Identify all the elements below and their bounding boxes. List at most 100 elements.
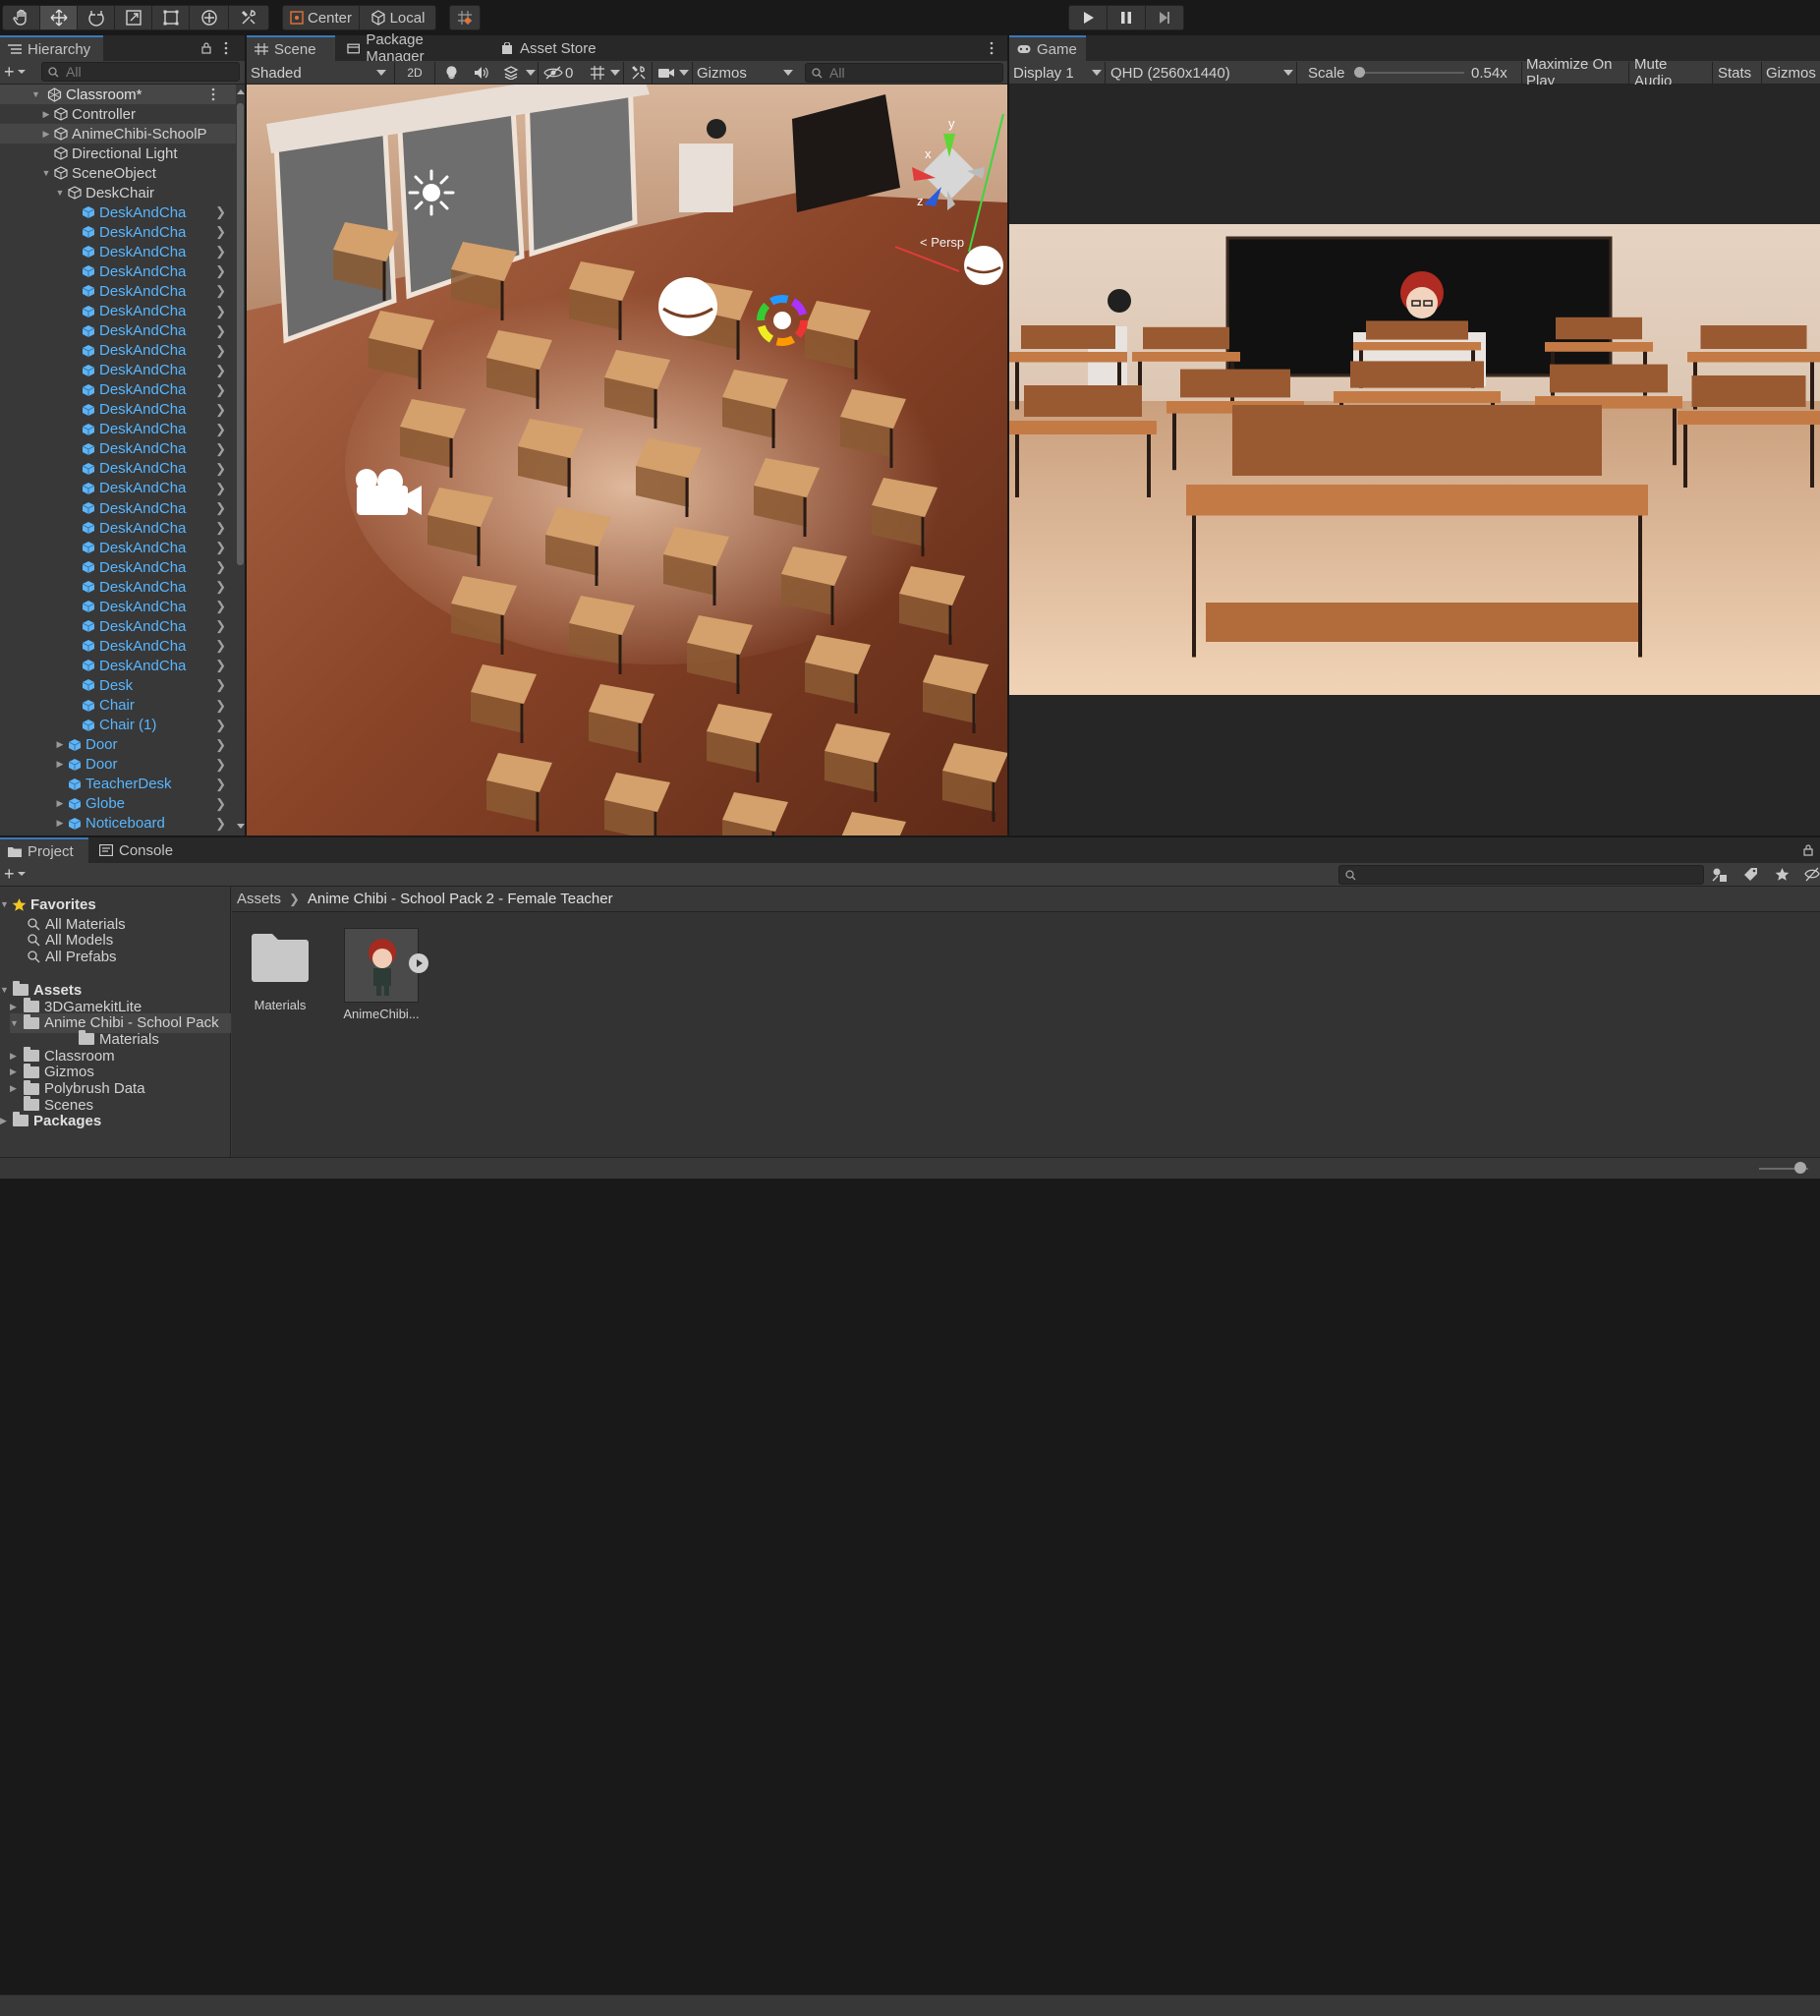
- chevron-right-icon[interactable]: ❯: [215, 224, 226, 240]
- chevron-right-icon[interactable]: ❯: [215, 658, 226, 673]
- game-viewport[interactable]: [1009, 224, 1820, 695]
- hierarchy-item[interactable]: ▶Door❯: [0, 755, 236, 775]
- packages-header[interactable]: ▶ Packages: [0, 1111, 101, 1130]
- thumbnail-size-thumb[interactable]: [1794, 1162, 1806, 1174]
- hierarchy-item[interactable]: ▼DeskChair: [0, 183, 236, 202]
- star-icon[interactable]: [1775, 867, 1790, 882]
- chevron-right-icon[interactable]: ❯: [215, 204, 226, 220]
- hierarchy-item[interactable]: DeskAndCha❯: [0, 498, 236, 518]
- hierarchy-item[interactable]: Chair❯: [0, 696, 236, 716]
- transform-tool-button[interactable]: [190, 6, 229, 29]
- tab-project[interactable]: Project: [0, 837, 88, 863]
- scroll-down-icon[interactable]: [237, 824, 245, 829]
- hierarchy-item[interactable]: ▶Globe❯: [0, 794, 236, 814]
- hierarchy-item[interactable]: ▶Blackboard❯: [0, 834, 236, 835]
- chevron-right-icon[interactable]: ▶: [41, 129, 51, 140]
- pause-button[interactable]: [1108, 6, 1146, 29]
- chevron-right-icon[interactable]: ❯: [215, 559, 226, 575]
- chevron-right-icon[interactable]: ❯: [215, 599, 226, 614]
- chevron-right-icon[interactable]: ❯: [215, 263, 226, 279]
- chevron-right-icon[interactable]: ❯: [215, 382, 226, 398]
- chevron-right-icon[interactable]: ❯: [215, 461, 226, 477]
- hierarchy-item[interactable]: Desk❯: [0, 675, 236, 695]
- hierarchy-item[interactable]: DeskAndCha❯: [0, 302, 236, 321]
- chevron-right-icon[interactable]: ▶: [55, 759, 65, 770]
- pivot-center-button[interactable]: Center: [283, 6, 360, 29]
- chevron-down-icon[interactable]: [783, 70, 793, 76]
- custom-tool-button[interactable]: [229, 6, 268, 29]
- mute-audio-toggle[interactable]: Mute Audio: [1634, 62, 1708, 84]
- kebab-menu-icon[interactable]: [210, 87, 216, 101]
- kebab-menu-icon[interactable]: [989, 41, 995, 55]
- audio-icon[interactable]: [474, 66, 489, 80]
- chevron-down-icon[interactable]: [679, 70, 689, 76]
- chevron-right-icon[interactable]: ❯: [215, 718, 226, 733]
- lock-icon[interactable]: [200, 42, 212, 54]
- chevron-down-icon[interactable]: ▼: [55, 188, 65, 198]
- hierarchy-item[interactable]: DeskAndCha❯: [0, 321, 236, 341]
- scroll-up-icon[interactable]: [237, 89, 245, 94]
- project-create-dropdown[interactable]: +: [2, 864, 29, 884]
- chevron-right-icon[interactable]: ❯: [215, 816, 226, 832]
- hierarchy-item[interactable]: ▶Door❯: [0, 735, 236, 755]
- chevron-right-icon[interactable]: ❯: [215, 363, 226, 378]
- hierarchy-item[interactable]: DeskAndCha❯: [0, 242, 236, 261]
- stats-toggle[interactable]: Stats: [1718, 62, 1755, 84]
- hierarchy-item[interactable]: DeskAndCha❯: [0, 439, 236, 459]
- hierarchy-item[interactable]: DeskAndCha❯: [0, 420, 236, 439]
- chevron-down-icon[interactable]: [526, 70, 536, 76]
- hand-tool-button[interactable]: [3, 6, 40, 29]
- chevron-right-icon[interactable]: ❯: [215, 698, 226, 714]
- space-local-button[interactable]: Local: [360, 6, 435, 29]
- chevron-right-icon[interactable]: ❯: [215, 796, 226, 812]
- tab-package-manager[interactable]: Package Manager: [339, 35, 488, 61]
- hierarchy-item[interactable]: DeskAndCha❯: [0, 636, 236, 656]
- chevron-right-icon[interactable]: ❯: [215, 618, 226, 634]
- move-tool-button[interactable]: [40, 6, 78, 29]
- chevron-right-icon[interactable]: ❯: [215, 520, 226, 536]
- chevron-right-icon[interactable]: ▶: [10, 1083, 24, 1094]
- step-button[interactable]: [1146, 6, 1183, 29]
- chevron-right-icon[interactable]: ▶: [10, 1066, 24, 1077]
- hierarchy-item[interactable]: ▶Noticeboard❯: [0, 814, 236, 834]
- chevron-down-icon[interactable]: [1092, 70, 1102, 76]
- hierarchy-item[interactable]: Directional Light: [0, 144, 236, 163]
- play-button[interactable]: [1069, 6, 1108, 29]
- 2d-toggle-button[interactable]: 2D: [400, 62, 429, 84]
- chevron-right-icon[interactable]: ❯: [215, 540, 226, 555]
- project-search-input[interactable]: [1338, 865, 1704, 885]
- favorites-header[interactable]: ▼ Favorites: [0, 894, 96, 914]
- draw-mode-dropdown[interactable]: Shaded: [251, 62, 388, 84]
- chevron-right-icon[interactable]: ❯: [215, 422, 226, 437]
- chevron-right-icon[interactable]: ❯: [215, 441, 226, 457]
- scene-search-input[interactable]: All: [805, 63, 1003, 83]
- label-tag-icon[interactable]: [1743, 867, 1758, 882]
- hierarchy-scrollbar[interactable]: [236, 85, 245, 835]
- tab-game[interactable]: Game: [1009, 35, 1086, 61]
- effects-icon[interactable]: [503, 66, 519, 80]
- hierarchy-item[interactable]: DeskAndCha❯: [0, 479, 236, 498]
- game-gizmos-toggle[interactable]: Gizmos: [1766, 62, 1820, 84]
- chevron-down-icon[interactable]: [610, 70, 620, 76]
- hierarchy-item[interactable]: ▶Controller: [0, 104, 236, 124]
- chevron-right-icon[interactable]: ❯: [215, 638, 226, 654]
- hierarchy-item[interactable]: DeskAndCha❯: [0, 361, 236, 380]
- hierarchy-item[interactable]: DeskAndCha❯: [0, 222, 236, 242]
- hierarchy-item[interactable]: DeskAndCha❯: [0, 577, 236, 597]
- lightbulb-icon[interactable]: [445, 66, 458, 81]
- scene-gizmos-dropdown[interactable]: Gizmos: [697, 62, 766, 84]
- chevron-right-icon[interactable]: ❯: [215, 737, 226, 753]
- breadcrumb-current-folder[interactable]: Anime Chibi - School Pack 2 - Female Tea…: [308, 891, 613, 907]
- grid-item-animechibi[interactable]: AnimeChibi...: [344, 928, 419, 1026]
- breadcrumb-assets[interactable]: Assets: [237, 891, 281, 907]
- chevron-right-icon[interactable]: ▶: [41, 109, 51, 120]
- tab-scene[interactable]: Scene: [247, 35, 335, 61]
- tab-console[interactable]: Console: [91, 837, 185, 863]
- scene-viewport[interactable]: y x z < Persp: [247, 85, 1007, 835]
- chevron-right-icon[interactable]: ❯: [215, 481, 226, 496]
- display-dropdown[interactable]: Display 1: [1013, 62, 1102, 84]
- tab-hierarchy[interactable]: Hierarchy: [0, 35, 103, 61]
- chevron-right-icon[interactable]: ▶: [10, 1002, 24, 1012]
- rect-tool-button[interactable]: [152, 6, 190, 29]
- hierarchy-item[interactable]: DeskAndCha❯: [0, 557, 236, 577]
